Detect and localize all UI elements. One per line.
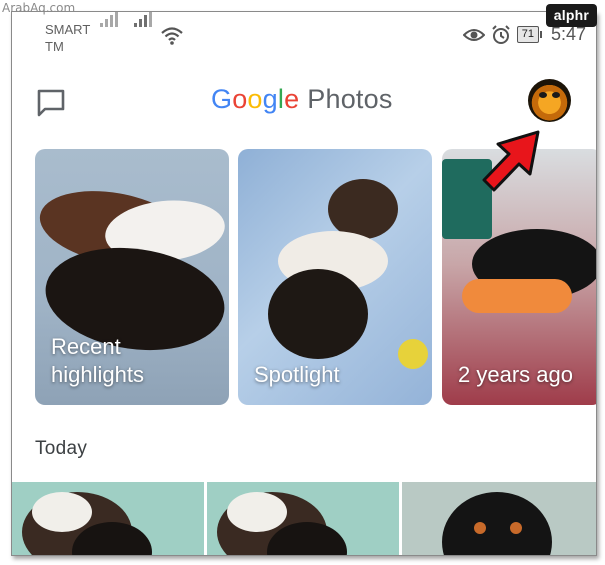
photo-content (227, 492, 287, 532)
photo-content (328, 179, 398, 239)
watermark: ArabAq.com (2, 1, 76, 15)
memory-card-label: Recent highlights (51, 333, 144, 389)
status-right: 71 5:47 (462, 24, 586, 45)
battery-icon: 71 (516, 26, 543, 43)
photo-content (398, 339, 428, 369)
product-name: Photos (307, 84, 393, 114)
memory-card-spotlight[interactable]: Spotlight (238, 149, 432, 405)
memory-label-line: Recent (51, 334, 121, 359)
photo-grid (12, 482, 596, 555)
logo-letter: o (232, 84, 248, 114)
photo-content (462, 279, 572, 313)
photo-content (268, 269, 368, 359)
memory-card-label: 2 years ago (458, 361, 573, 389)
photo-thumbnail[interactable] (207, 482, 399, 555)
section-title-today: Today (35, 438, 88, 459)
photo-content (474, 522, 486, 534)
app-bar: Google Photos (12, 74, 596, 134)
memory-card-recent-highlights[interactable]: Recent highlights (35, 149, 229, 405)
photo-content (442, 492, 552, 555)
wifi-icon (161, 27, 183, 45)
account-avatar[interactable] (528, 79, 571, 122)
memory-label-line: Spotlight (254, 362, 340, 387)
photo-thumbnail[interactable] (402, 482, 596, 555)
phone-screen: SMART TM 71 5:47 Google Photos Recent hi… (11, 11, 597, 556)
eye-icon (462, 28, 485, 41)
red-arrow-annotation (482, 130, 540, 192)
photo-content (510, 522, 522, 534)
status-bar: SMART TM 71 5:47 (12, 12, 596, 62)
memory-label-line: 2 years ago (458, 362, 573, 387)
logo-letter: g (262, 84, 278, 114)
carrier-line-1: SMART (45, 22, 91, 37)
memory-card-label: Spotlight (254, 361, 340, 389)
photo-content (32, 492, 92, 532)
alarm-icon (491, 24, 510, 44)
brand-badge: alphr (545, 4, 597, 27)
logo-letter: G (211, 84, 233, 114)
photo-thumbnail[interactable] (12, 482, 204, 555)
google-photos-logo: Google Photos (211, 84, 393, 115)
carrier-line-2: TM (45, 39, 64, 54)
chat-icon[interactable] (36, 88, 66, 118)
memory-label-line: highlights (51, 362, 144, 387)
clock: 5:47 (550, 24, 586, 44)
carrier-label: SMART TM (45, 21, 90, 55)
logo-letter: o (247, 84, 263, 114)
logo-letter: e (284, 84, 300, 114)
